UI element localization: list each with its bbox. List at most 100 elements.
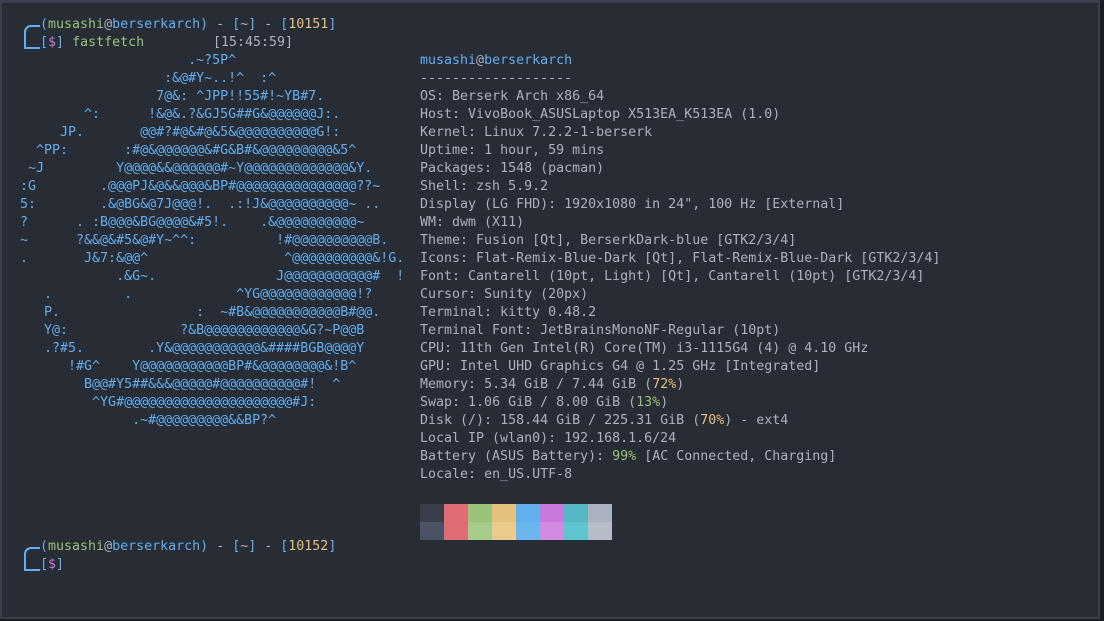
info-locale: Locale: en_US.UTF-8 <box>420 467 573 482</box>
info-value: VivoBook_ASUSLaptop X513EA_K513EA (1.0) <box>468 107 781 122</box>
prompt2-host: berserkarch <box>112 539 201 554</box>
info-value: Sunity (20px) <box>484 287 589 302</box>
info-key: Host <box>420 107 453 122</box>
info-key: WM <box>420 215 437 230</box>
info-value: Cantarell (10pt, Light) [Qt], Cantarell … <box>468 269 925 284</box>
info-line: CPU: 11th Gen Intel(R) Core(TM) i3-1115G… <box>420 341 869 356</box>
prompt-host: berserkarch <box>112 17 201 32</box>
info-swap: Swap: 1.06 GiB / 8.00 GiB (13%) <box>420 395 669 410</box>
color-swatch <box>516 522 540 540</box>
info-key: OS <box>420 89 437 104</box>
prompt-box-bottom <box>24 41 40 49</box>
info-line: Uptime: 1 hour, 59 mins <box>420 143 605 158</box>
color-swatch <box>516 504 540 522</box>
memory-percent: 72% <box>652 377 677 392</box>
info-value: 1 hour, 59 mins <box>484 143 605 158</box>
color-swatch <box>444 522 468 540</box>
info-line: Host: VivoBook_ASUSLaptop X513EA_K513EA … <box>420 107 781 122</box>
battery-percent: 99% <box>612 449 637 464</box>
info-line: WM: dwm (X11) <box>420 215 525 230</box>
info-line: Packages: 1548 (pacman) <box>420 161 605 176</box>
info-line: Display (LG FHD): 1920x1080 in 24", 100 … <box>420 197 845 212</box>
info-line: Cursor: Sunity (20px) <box>420 287 589 302</box>
logo-line: ~ ?&&@&#5&@#Y~^^: !#@@@@@@@@@@B. <box>20 233 389 248</box>
info-key: Kernel <box>420 125 469 140</box>
info-key: Cursor <box>420 287 469 302</box>
color-swatch <box>540 522 564 540</box>
info-key: Terminal <box>420 305 485 320</box>
info-line: GPU: Intel UHD Graphics G4 @ 1.25 GHz [I… <box>420 359 821 374</box>
info-key: GPU <box>420 359 445 374</box>
info-user: musashi <box>420 53 477 68</box>
logo-line: .?#5. .Y&@@@@@@@@@@@&####BGB@@@@Y <box>20 341 365 356</box>
prompt-hist: 10151 <box>288 17 329 32</box>
color-swatch <box>468 522 492 540</box>
info-value: Intel UHD Graphics G4 @ 1.25 GHz [Integr… <box>460 359 821 374</box>
info-value: 1920x1080 in 24", 100 Hz [External] <box>564 197 845 212</box>
logo-line: 5: .&@BG&@7J@@@!. .:!J&@@@@@@@@@@~ .. <box>20 197 381 212</box>
logo-line: ^PP: :#@&@@@@@@&#G&B#&@@@@@@@@@&5^ <box>20 143 357 158</box>
info-line: Icons: Flat-Remix-Blue-Dark [Qt], Flat-R… <box>420 251 941 266</box>
color-swatch <box>492 504 516 522</box>
info-value: zsh 5.9.2 <box>476 179 549 194</box>
color-palette-top <box>420 504 612 522</box>
info-line: Kernel: Linux 7.2.2-1-berserk <box>420 125 653 140</box>
logo-line: B@@#Y5##&&&@@@@@#@@@@@@@@@@#! ^ <box>20 377 341 392</box>
logo-line: ^: !&@&.?&GJ5G##G&@@@@@@J:. <box>20 107 341 122</box>
info-title: musashi@berserkarch <box>420 52 572 70</box>
logo-line: :G .@@@PJ&@&&@@@&BP#@@@@@@@@@@@@@@@??~ <box>20 179 381 194</box>
info-line: Terminal Font: JetBrainsMonoNF-Regular (… <box>420 323 781 338</box>
info-key: Icons <box>420 251 461 266</box>
info-line: Terminal: kitty 0.48.2 <box>420 305 597 320</box>
prompt2-box-bottom <box>24 563 40 571</box>
info-value: dwm (X11) <box>452 215 525 230</box>
info-value: Berserk Arch x86_64 <box>452 89 605 104</box>
logo-line: P. : ~#B&@@@@@@@@@@@B#@@. <box>20 305 381 320</box>
logo-line: :&@#Y~..!^ :^ <box>20 71 277 86</box>
logo-line: .~#@@@@@@@@@&&BP?^ <box>20 413 277 428</box>
prompt-symbol: $ <box>48 35 57 50</box>
color-swatch <box>564 522 588 540</box>
logo-line: ^YG#@@@@@@@@@@@@@@@@@@@@@#J: <box>20 395 317 410</box>
color-swatch <box>588 504 612 522</box>
info-line: Theme: Fusion [Qt], BerserkDark-blue [GT… <box>420 233 797 248</box>
info-value: 1548 (pacman) <box>500 161 605 176</box>
info-at: @ <box>476 53 485 68</box>
prompt2-at: @ <box>104 539 113 554</box>
arch-logo-ascii: .~?5P^ :&@#Y~..!^ :^ 7@&: ^JPP!!55#!~YB#… <box>20 52 404 430</box>
info-battery: Battery (ASUS Battery): 99% [AC Connecte… <box>420 449 837 464</box>
prompt-user: musashi <box>48 17 105 32</box>
prompt2-line-1: (musashi@berserkarch) - [~] - [10152] <box>40 539 337 554</box>
logo-line: ~J Y@@@@&&@@@@@@#~Y@@@@@@@@@@@@@&Y. <box>20 161 373 176</box>
info-host: berserkarch <box>484 53 573 68</box>
info-value: kitty 0.48.2 <box>500 305 597 320</box>
info-key: Shell <box>420 179 461 194</box>
prompt-time: [15:45:59] <box>213 35 294 50</box>
prompt2-user: musashi <box>48 539 105 554</box>
info-key: Packages <box>420 161 485 176</box>
prompt-line-1: (musashi@berserkarch) - [~] - [10151] <box>40 17 337 32</box>
color-swatch <box>420 522 444 540</box>
logo-line: ? . :B@@@&BG@@@@&#5!. .&@@@@@@@@@@~ <box>20 215 365 230</box>
prompt2-line-2[interactable]: [$] <box>40 556 64 574</box>
info-key: Display (LG FHD) <box>420 197 549 212</box>
color-palette-bottom <box>420 522 612 540</box>
swap-percent: 13% <box>636 395 661 410</box>
info-localip: Local IP (wlan0): 192.168.1.6/24 <box>420 431 677 446</box>
terminal-window[interactable]: (musashi@berserkarch) - [~] - [10151] [$… <box>0 0 1100 619</box>
info-key: Uptime <box>420 143 469 158</box>
prompt2-hist: 10152 <box>288 539 329 554</box>
prompt-at: @ <box>104 17 113 32</box>
info-value: Flat-Remix-Blue-Dark [Qt], Flat-Remix-Bl… <box>476 251 941 266</box>
logo-line: .~?5P^ <box>20 53 237 68</box>
info-key: Font <box>420 269 453 284</box>
info-value: Fusion [Qt], BerserkDark-blue [GTK2/3/4] <box>476 233 797 248</box>
disk-percent: 70% <box>700 413 725 428</box>
color-swatch <box>588 522 612 540</box>
color-swatch <box>540 504 564 522</box>
color-swatch <box>468 504 492 522</box>
info-line: Shell: zsh 5.9.2 <box>420 179 549 194</box>
prompt-line-2: [$] fastfetch <box>40 35 145 50</box>
info-key: Theme <box>420 233 461 248</box>
color-swatch <box>420 504 444 522</box>
